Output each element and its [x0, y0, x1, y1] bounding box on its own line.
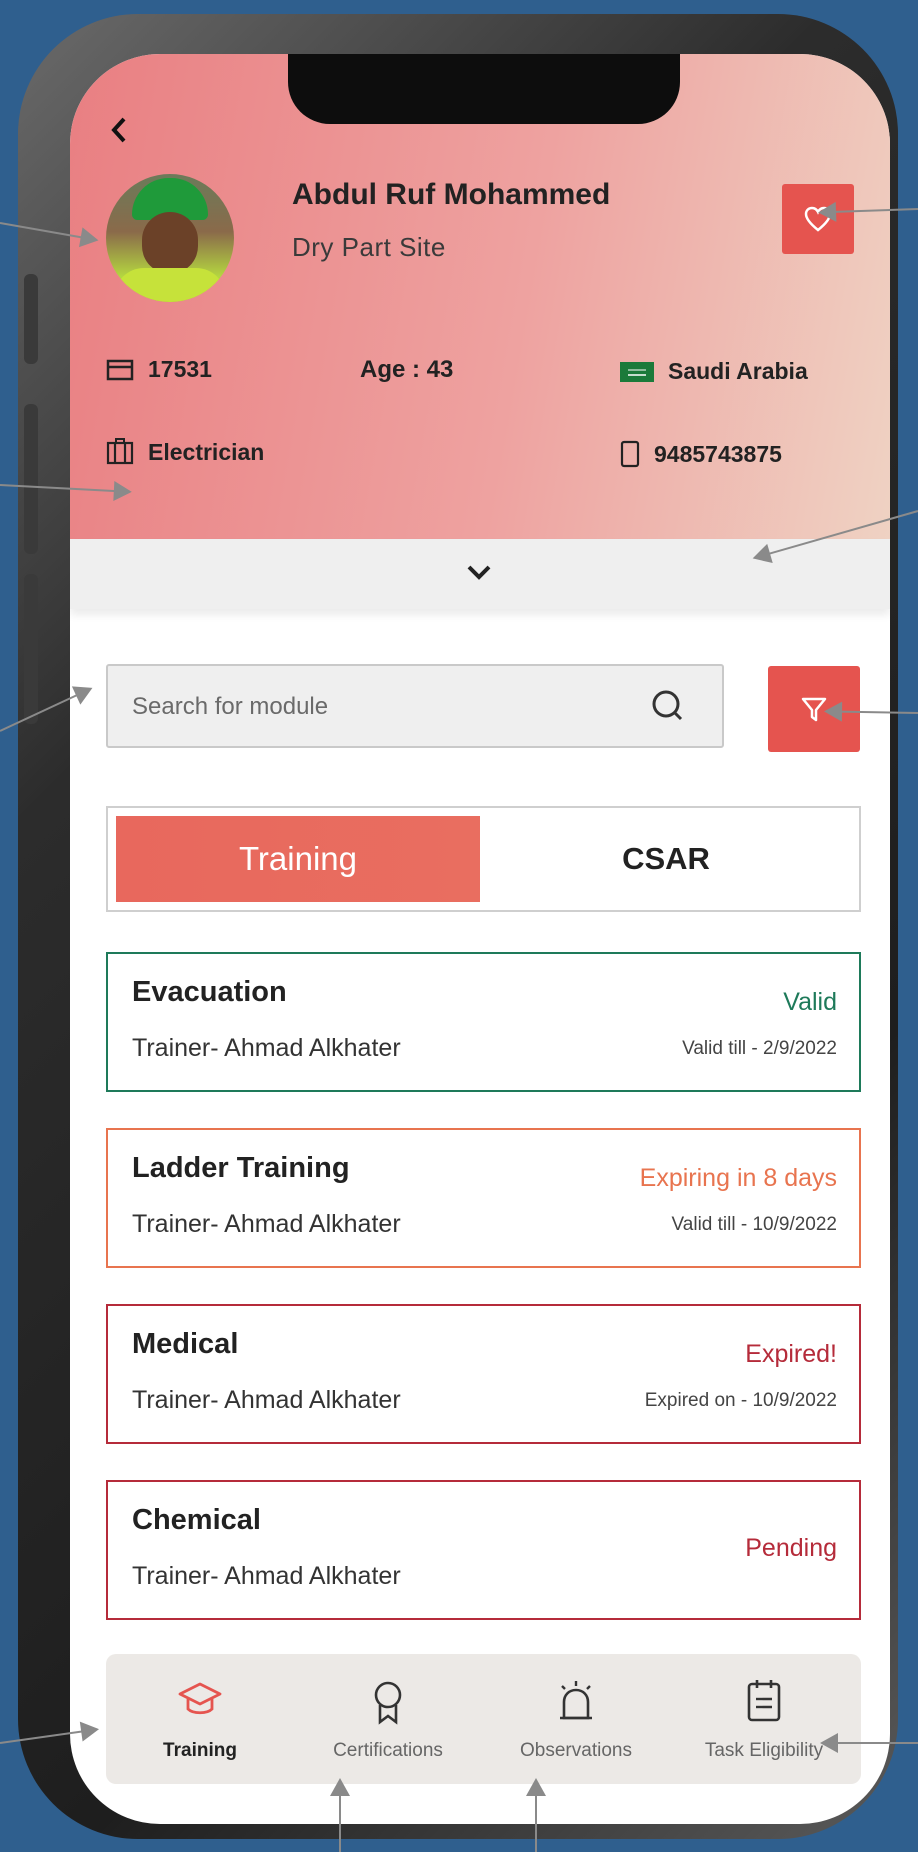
employee-phone[interactable]: 9485743875: [620, 440, 782, 468]
nav-item-observations[interactable]: Observations: [482, 1654, 670, 1784]
annotation-arrow-nav-observations: [535, 1780, 537, 1852]
module-card-evacuation[interactable]: Evacuation Trainer- Ahmad Alkhater Valid…: [106, 952, 861, 1092]
search-box: [106, 664, 724, 748]
profile-header: Abdul Ruf Mohammed Dry Part Site 17531 A…: [70, 54, 890, 539]
phone-side-button: [24, 274, 38, 364]
card-status: Expired!: [745, 1340, 837, 1368]
profile-name: Abdul Ruf Mohammed: [292, 178, 611, 211]
employee-role-value: Electrician: [148, 438, 265, 465]
card-status: Valid: [783, 988, 837, 1016]
award-ribbon-icon: [294, 1678, 482, 1726]
annotation-arrow-nav-task: [822, 1742, 918, 1744]
card-title: Medical: [132, 1328, 239, 1360]
card-validity-date: Expired on - 10/9/2022: [644, 1390, 837, 1411]
module-tabs: Training CSAR: [106, 806, 861, 912]
profile-site: Dry Part Site: [292, 232, 446, 262]
phone-frame: Abdul Ruf Mohammed Dry Part Site 17531 A…: [18, 14, 898, 1839]
card-title: Chemical: [132, 1504, 261, 1536]
card-title: Evacuation: [132, 976, 287, 1008]
card-trainer: Trainer- Ahmad Alkhater: [132, 1210, 401, 1238]
employee-role: Electrician: [106, 438, 264, 466]
back-chevron-icon: [111, 117, 126, 143]
nav-item-training[interactable]: Training: [106, 1654, 294, 1784]
nav-label: Observations: [520, 1740, 632, 1761]
bottom-nav: Training Certifications Observations Tas…: [106, 1654, 861, 1784]
search-input[interactable]: [130, 684, 634, 730]
briefcase-icon: [106, 438, 134, 466]
card-validity-date: Valid till - 2/9/2022: [682, 1038, 837, 1059]
avatar-vest: [114, 268, 226, 302]
clipboard-icon: [670, 1678, 858, 1724]
phone-screen: Abdul Ruf Mohammed Dry Part Site 17531 A…: [70, 54, 890, 1824]
module-card-medical[interactable]: Medical Trainer- Ahmad Alkhater Expired!…: [106, 1304, 861, 1444]
nav-label: Certifications: [333, 1740, 443, 1761]
tab-csar[interactable]: CSAR: [480, 816, 852, 902]
card-status: Expiring in 8 days: [639, 1164, 837, 1192]
graduation-cap-icon: [106, 1678, 294, 1722]
id-card-icon: [106, 358, 134, 382]
saudi-flag-icon: [620, 361, 654, 382]
filter-button[interactable]: [768, 666, 860, 752]
card-title: Ladder Training: [132, 1152, 350, 1184]
chevron-down-icon: [462, 557, 496, 592]
card-trainer: Trainer- Ahmad Alkhater: [132, 1034, 401, 1062]
employee-phone-value: 9485743875: [654, 440, 782, 467]
card-status: Pending: [745, 1534, 837, 1562]
annotation-arrow-nav-certifications: [339, 1780, 341, 1852]
back-button[interactable]: [108, 112, 130, 154]
card-trainer: Trainer- Ahmad Alkhater: [132, 1562, 401, 1590]
observation-bell-icon: [482, 1678, 670, 1724]
avatar-face: [142, 212, 198, 274]
employee-id-value: 17531: [148, 356, 212, 382]
employee-country: Saudi Arabia: [620, 358, 808, 385]
phone-notch: [288, 54, 680, 124]
module-card-chemical[interactable]: Chemical Trainer- Ahmad Alkhater Pending: [106, 1480, 861, 1620]
employee-age: Age : 43: [360, 356, 454, 383]
card-validity-date: Valid till - 10/9/2022: [671, 1214, 837, 1235]
avatar: [106, 174, 234, 302]
employee-country-value: Saudi Arabia: [668, 358, 808, 384]
nav-item-certifications[interactable]: Certifications: [294, 1654, 482, 1784]
search-icon[interactable]: [648, 686, 688, 731]
nav-item-task-eligibility[interactable]: Task Eligibility: [670, 1654, 858, 1784]
phone-volume-up-button: [24, 404, 38, 554]
phone-volume-down-button: [24, 574, 38, 724]
module-card-ladder-training[interactable]: Ladder Training Trainer- Ahmad Alkhater …: [106, 1128, 861, 1268]
employee-id: 17531: [106, 356, 212, 383]
nav-label: Training: [163, 1740, 237, 1761]
tab-training[interactable]: Training: [116, 816, 480, 902]
card-trainer: Trainer- Ahmad Alkhater: [132, 1386, 401, 1414]
mobile-phone-icon: [620, 440, 640, 468]
